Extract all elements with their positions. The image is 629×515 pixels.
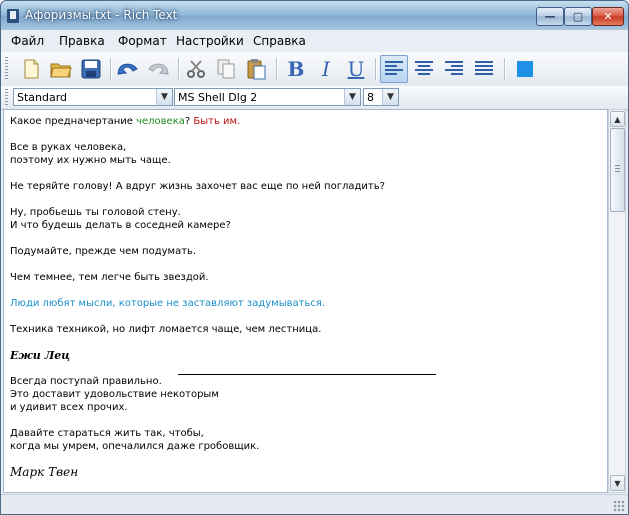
toolbar-separator bbox=[178, 58, 180, 80]
app-icon bbox=[7, 9, 19, 23]
text-line: Техника техникой, но лифт ломается чаще,… bbox=[10, 324, 322, 335]
menu-settings[interactable]: Настройки bbox=[176, 34, 244, 48]
signature-lec: Ежи Лец bbox=[10, 349, 71, 362]
bold-icon[interactable]: B bbox=[282, 55, 310, 83]
formatbar-grip[interactable] bbox=[5, 89, 8, 106]
underline-icon[interactable]: U bbox=[342, 55, 370, 83]
text-line: Ну, пробьешь ты головой стену. bbox=[10, 207, 181, 218]
app-window: Афоризмы.txt - Rich Text — ▢ ✕ Файл Прав… bbox=[0, 0, 629, 515]
title-bar[interactable]: Афоризмы.txt - Rich Text — ▢ ✕ bbox=[1, 1, 628, 30]
scroll-up-icon[interactable]: ▲ bbox=[610, 111, 625, 127]
scroll-down-icon[interactable]: ▼ bbox=[610, 475, 625, 491]
menu-edit[interactable]: Правка bbox=[59, 34, 105, 48]
font-value: MS Shell Dlg 2 bbox=[178, 91, 258, 104]
toolbar-separator bbox=[375, 58, 377, 80]
text-line: Не теряйте голову! А вдруг жизнь захочет… bbox=[10, 181, 385, 192]
text-line: Какое предначертание bbox=[10, 116, 137, 127]
chevron-down-icon[interactable]: ▼ bbox=[344, 89, 360, 105]
text-editor[interactable]: Какое предначертание человека? Быть им. … bbox=[3, 109, 608, 493]
toolbar-separator bbox=[276, 58, 278, 80]
save-icon[interactable] bbox=[77, 55, 105, 83]
italic-icon[interactable]: I bbox=[312, 55, 340, 83]
resize-grip-icon[interactable] bbox=[613, 500, 625, 512]
text-line: Подумайте, прежде чем подумать. bbox=[10, 246, 197, 257]
color-swatch bbox=[517, 61, 533, 77]
copy-icon[interactable] bbox=[212, 55, 240, 83]
text-line: Давайте стараться жить так, чтобы, bbox=[10, 428, 204, 439]
menu-bar: Файл Правка Формат Настройки Справка bbox=[1, 30, 628, 53]
close-button[interactable]: ✕ bbox=[592, 7, 624, 26]
undo-icon[interactable] bbox=[114, 55, 142, 83]
minimize-button[interactable]: — bbox=[536, 7, 564, 26]
align-left-icon[interactable] bbox=[380, 55, 408, 83]
chevron-down-icon[interactable]: ▼ bbox=[156, 89, 172, 105]
text-line: когда мы умрем, опечалился даже гробовщи… bbox=[10, 441, 260, 452]
window-title: Афоризмы.txt - Rich Text bbox=[25, 8, 178, 22]
text-line: Чем темнее, тем легче быть звездой. bbox=[10, 272, 209, 283]
menu-file[interactable]: Файл bbox=[11, 34, 44, 48]
text-line: Все в руках человека, bbox=[10, 142, 127, 153]
text-line: Это доставит удовольствие некоторым bbox=[10, 389, 219, 400]
toolbar: B I U bbox=[1, 52, 628, 87]
scroll-thumb[interactable] bbox=[610, 128, 625, 212]
size-select[interactable]: 8 ▼ bbox=[363, 88, 399, 106]
red-text: Быть им. bbox=[193, 116, 241, 127]
text-line: Всегда поступай правильно. bbox=[10, 376, 162, 387]
font-select[interactable]: MS Shell Dlg 2 ▼ bbox=[174, 88, 361, 106]
horizontal-rule bbox=[178, 374, 436, 375]
text-line: и удивит всех прочих. bbox=[10, 402, 128, 413]
style-select[interactable]: Standard ▼ bbox=[13, 88, 173, 106]
document-text: Какое предначертание человека? Быть им. … bbox=[10, 115, 385, 482]
chevron-down-icon[interactable]: ▼ bbox=[382, 89, 398, 105]
green-text: человека bbox=[136, 116, 185, 127]
toolbar-separator bbox=[504, 58, 506, 80]
new-file-icon[interactable] bbox=[17, 55, 45, 83]
vertical-scrollbar[interactable]: ▲ ▼ bbox=[608, 109, 626, 493]
blue-text-line: Люди любят мысли, которые не заставляют … bbox=[10, 298, 326, 309]
redo-icon[interactable] bbox=[144, 55, 172, 83]
size-value: 8 bbox=[367, 91, 374, 104]
text-line: И что будешь делать в соседней камере? bbox=[10, 220, 231, 231]
paste-icon[interactable] bbox=[242, 55, 270, 83]
open-folder-icon[interactable] bbox=[47, 55, 75, 83]
toolbar-separator bbox=[110, 58, 112, 80]
cut-icon[interactable] bbox=[182, 55, 210, 83]
toolbar-grip[interactable] bbox=[5, 57, 8, 81]
justify-icon[interactable] bbox=[470, 55, 498, 83]
signature-twain: Марк Твен bbox=[10, 465, 79, 479]
format-bar: Standard ▼ MS Shell Dlg 2 ▼ 8 ▼ bbox=[1, 86, 628, 110]
style-value: Standard bbox=[17, 91, 68, 104]
color-icon[interactable] bbox=[511, 55, 539, 83]
menu-format[interactable]: Формат bbox=[118, 34, 167, 48]
maximize-button[interactable]: ▢ bbox=[564, 7, 592, 26]
text-line: поэтому их нужно мыть чаще. bbox=[10, 155, 171, 166]
align-center-icon[interactable] bbox=[410, 55, 438, 83]
align-right-icon[interactable] bbox=[440, 55, 468, 83]
menu-help[interactable]: Справка bbox=[253, 34, 306, 48]
status-bar bbox=[1, 494, 628, 514]
